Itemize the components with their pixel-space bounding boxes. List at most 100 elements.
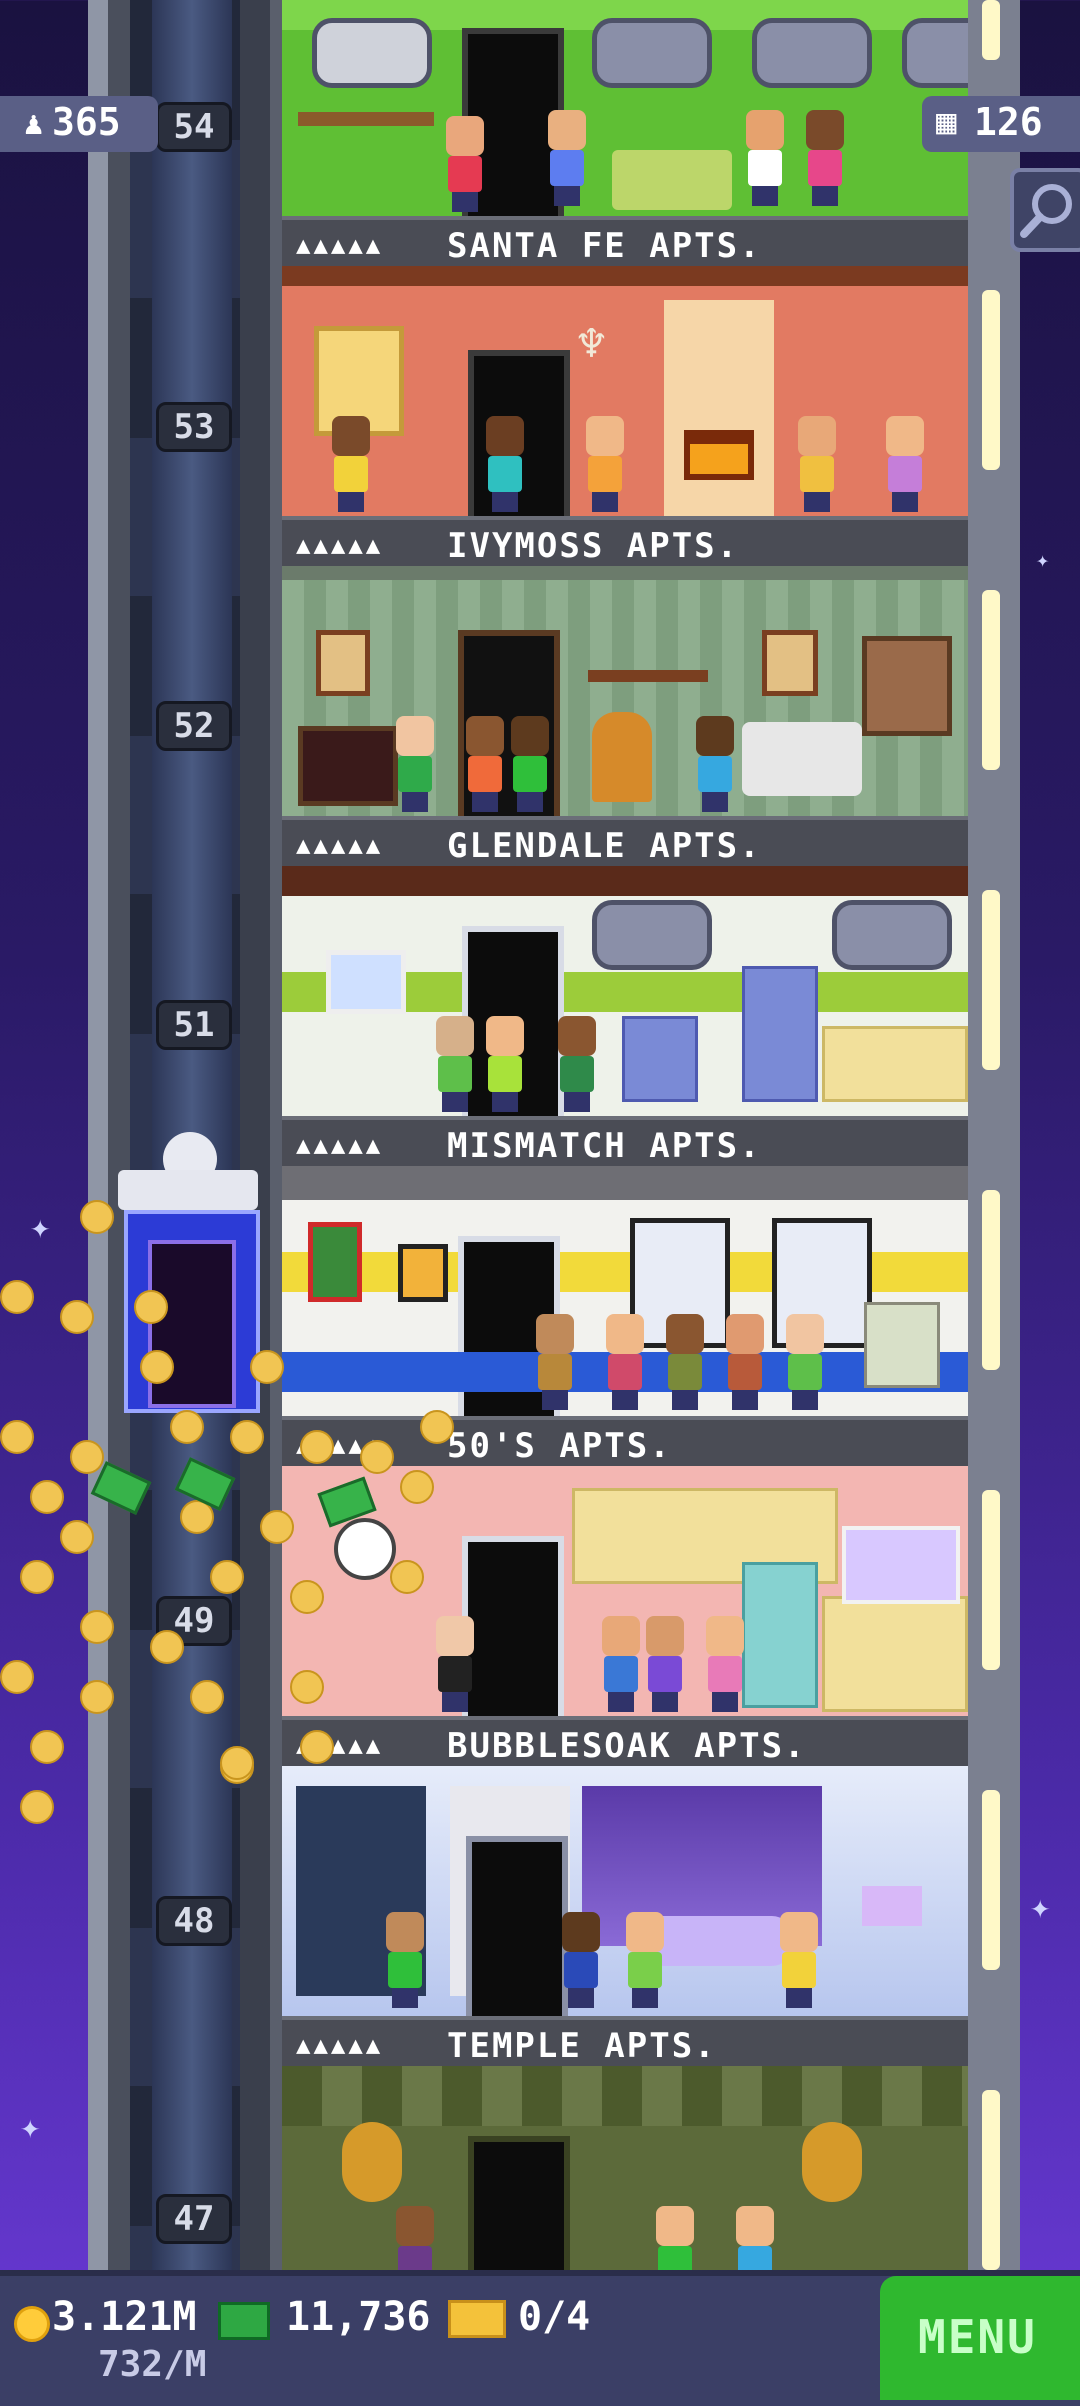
- ceiling-lights: [282, 1166, 968, 1200]
- tenant: [776, 1912, 822, 2008]
- coin-particle: [70, 1440, 104, 1474]
- tower-frame-left-inner: [108, 0, 130, 2270]
- person-icon: ♟: [24, 104, 44, 142]
- tenant: [642, 1616, 688, 1712]
- floor-name: BUBBLESOAK APTS.: [447, 1726, 807, 1766]
- floor-number: 51: [156, 1000, 232, 1050]
- fridge: [742, 966, 818, 1102]
- coin-particle: [400, 1470, 434, 1504]
- floor-number: 47: [156, 2194, 232, 2244]
- ceiling-beams: [282, 866, 968, 896]
- coin-particle: [170, 1410, 204, 1444]
- tenant: [802, 110, 848, 206]
- tenant: [882, 416, 928, 512]
- window: [312, 18, 432, 88]
- occupancy-icons: ▲▲▲▲▲: [296, 831, 384, 859]
- window: [752, 18, 872, 88]
- floor-name: TEMPLE APTS.: [447, 2026, 717, 2066]
- wall-light: [982, 590, 1000, 770]
- tenant: [544, 110, 590, 206]
- tenant: [652, 2206, 698, 2270]
- coin-particle: [80, 1610, 114, 1644]
- floor-room[interactable]: ♆: [282, 266, 968, 516]
- coin-particle: [210, 1560, 244, 1594]
- shelf: [298, 112, 434, 126]
- jukebox: [592, 712, 652, 802]
- coin-icon: [14, 2306, 50, 2342]
- tenant: [507, 716, 553, 812]
- wall-light: [982, 2090, 1000, 2270]
- coin-particle: [20, 1790, 54, 1824]
- ticket-icon: [448, 2300, 506, 2338]
- floor-room[interactable]: [282, 0, 968, 216]
- coins-rate: 732/M: [98, 2344, 207, 2385]
- coin-particle: [390, 1560, 424, 1594]
- menu-button[interactable]: MENU: [880, 2276, 1080, 2400]
- floor-name: MISMATCH APTS.: [447, 1126, 762, 1166]
- vip-elevator-car[interactable]: [118, 1132, 260, 1420]
- star-decoration: ✦: [1036, 548, 1050, 573]
- coin-particle: [20, 1560, 54, 1594]
- floor-room[interactable]: [282, 1466, 968, 1716]
- tower-frame-right: [968, 0, 1020, 2270]
- tenant: [702, 1616, 748, 1712]
- tenant: [532, 1314, 578, 1410]
- coin-particle: [300, 1730, 334, 1764]
- tenant: [558, 1912, 604, 2008]
- floor-label[interactable]: ▲▲▲▲▲ IVYMOSS APTS.: [282, 516, 968, 570]
- occupancy-icons: ▲▲▲▲▲: [296, 2031, 384, 2059]
- tv: [298, 726, 398, 806]
- floor-number: 54: [156, 102, 232, 152]
- wall-light: [982, 1790, 1000, 1970]
- tenant: [392, 2206, 438, 2270]
- window: [592, 900, 712, 970]
- floor-label[interactable]: ▲▲▲▲▲ SANTA FE APTS.: [282, 216, 968, 270]
- wall-light: [982, 1190, 1000, 1370]
- floor-label[interactable]: ▲▲▲▲▲ MISMATCH APTS.: [282, 1116, 968, 1170]
- floor-number: 53: [156, 402, 232, 452]
- counter: [822, 1026, 968, 1102]
- arcade-machine: [864, 1302, 940, 1388]
- tenant: [794, 416, 840, 512]
- idol-head: [802, 2122, 862, 2202]
- tenant: [742, 110, 788, 206]
- tenant: [462, 716, 508, 812]
- elevator-shaft-edge: [240, 0, 270, 2270]
- floor-label[interactable]: ▲▲▲▲▲ GLENDALE APTS.: [282, 816, 968, 870]
- tenant: [692, 716, 738, 812]
- coin-particle: [60, 1300, 94, 1334]
- floor-name: IVYMOSS APTS.: [447, 526, 740, 566]
- stove: [622, 1016, 698, 1102]
- tenant: [722, 1314, 768, 1410]
- building-icon: ▦: [936, 102, 957, 142]
- ceiling-beam: [282, 266, 968, 286]
- floor-label[interactable]: ▲▲▲▲▲ BUBBLESOAK APTS.: [282, 1716, 968, 1770]
- floors-counter[interactable]: ▦ 126: [922, 96, 1080, 152]
- floor-label[interactable]: ▲▲▲▲▲ TEMPLE APTS.: [282, 2016, 968, 2070]
- floors-value: 126: [974, 100, 1043, 144]
- floor-room[interactable]: [282, 2066, 968, 2270]
- tenant: [382, 1912, 428, 2008]
- tenant: [328, 416, 374, 512]
- coin-particle: [80, 1200, 114, 1234]
- population-value: 365: [52, 100, 121, 144]
- wall-picture: [316, 630, 370, 696]
- coin-particle: [250, 1350, 284, 1384]
- star-decoration: ✦: [20, 2107, 41, 2147]
- magnifier-icon[interactable]: [1010, 168, 1080, 252]
- floor-room[interactable]: [282, 866, 968, 1116]
- door: [468, 2136, 570, 2270]
- floor-room[interactable]: [282, 1766, 968, 2016]
- tenant: [432, 1616, 478, 1712]
- population-counter[interactable]: ♟ 365: [0, 96, 158, 152]
- star-decoration: ✦: [1030, 1887, 1051, 1927]
- coin-particle: [60, 1520, 94, 1554]
- wall-light: [982, 0, 1000, 60]
- coin-particle: [220, 1746, 254, 1780]
- coins-value: 3.121M: [52, 2294, 197, 2340]
- floor-room[interactable]: [282, 1166, 968, 1416]
- floor-room[interactable]: [282, 566, 968, 816]
- floor-number: 48: [156, 1896, 232, 1946]
- coin-particle: [0, 1280, 34, 1314]
- window: [592, 18, 712, 88]
